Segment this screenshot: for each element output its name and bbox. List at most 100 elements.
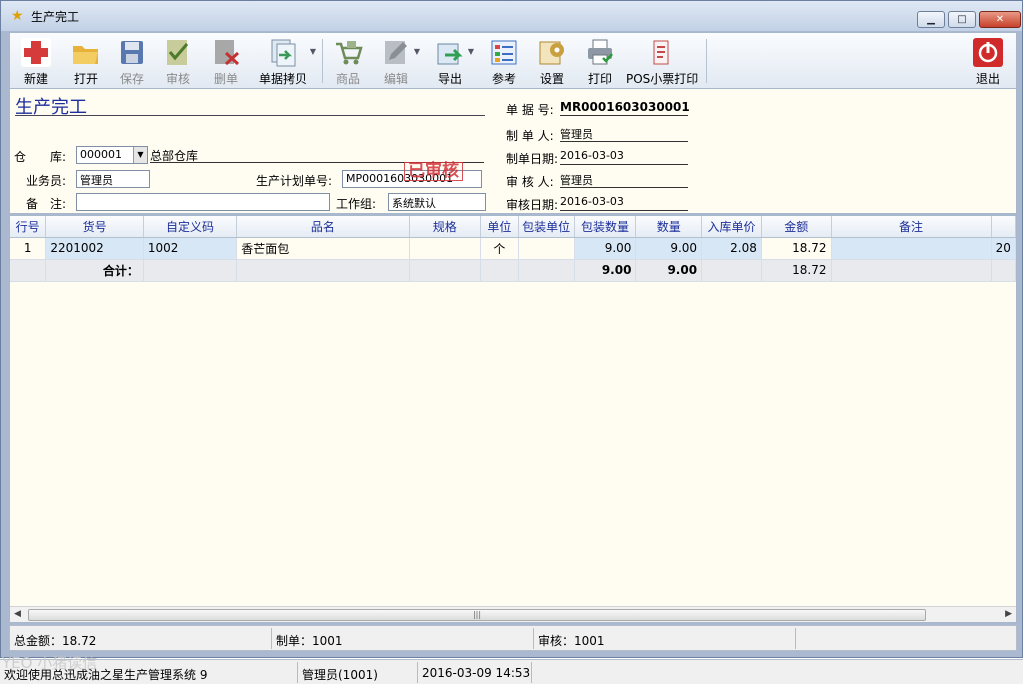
column-header[interactable]: 入库单价 [701,216,762,238]
export-dropdown-arrow-icon[interactable]: ▼ [468,47,474,56]
save-button[interactable]: 保存 [112,33,152,88]
cell-pack-unit[interactable] [518,237,575,260]
cell-amount[interactable]: 18.72 [761,237,832,260]
copy-dropdown-arrow-icon[interactable]: ▼ [310,47,316,56]
cell-pack-qty[interactable]: 9.00 [574,237,637,260]
column-header[interactable]: 包装数量 [574,216,637,238]
column-header[interactable]: 自定义码 [143,216,238,238]
workgroup-field[interactable]: 系统默认 [388,193,486,211]
copy-doc-button[interactable]: 单据拷贝 ▼ [254,33,316,88]
reference-list-icon [489,38,519,67]
column-header[interactable] [991,216,1017,238]
minimize-button[interactable]: ▁ [917,11,945,28]
cell-qty[interactable]: 9.00 [635,237,703,260]
status-datetime: 2016-03-09 14:53 [418,662,532,683]
salesman-field[interactable]: 管理员 [76,170,150,188]
cell-price[interactable]: 2.08 [701,237,762,260]
export-button[interactable]: 导出 ▼ [430,33,474,88]
detail-grid: 行号 货号 自定义码 品名 规格 单位 包装单位 包装数量 数量 入库单价 金额… [9,215,1017,623]
pos-receipt-icon [646,38,676,67]
column-header[interactable]: 品名 [236,216,410,238]
scroll-left-icon[interactable]: ◀ [14,609,21,619]
total-label: 合计： [45,259,144,282]
column-header[interactable]: 备注 [831,216,992,238]
grid-header-row: 行号 货号 自定义码 品名 规格 单位 包装单位 包装数量 数量 入库单价 金额… [10,216,1017,238]
column-header[interactable]: 单位 [480,216,519,238]
workgroup-label: 工作组: [336,197,377,211]
warehouse-select[interactable]: 000001 ▼ [76,146,148,164]
summary-footer: 总金额：18.72 制单：1001 审核：1001 [9,625,1017,651]
title-bar[interactable]: ★ 生产完工 ▁ □ ✕ [1,1,1022,31]
cell-remark[interactable] [831,237,992,260]
column-header[interactable]: 规格 [409,216,481,238]
scroll-right-icon[interactable]: ▶ [1005,609,1012,619]
salesman-label: 业务员: [26,174,67,188]
cell-custom-code[interactable]: 1002 [143,237,238,260]
open-folder-icon [71,38,101,67]
cell-name[interactable]: 香芒面包 [236,237,410,260]
print-button[interactable]: 打印 [580,33,620,88]
settings-gear-icon [537,38,567,67]
audit-button[interactable]: 审核 [158,33,198,88]
edit-button[interactable]: 编辑 ▼ [376,33,420,88]
watermark: YEO 小猪读信 [2,654,98,672]
audit-check-icon [163,38,193,67]
column-header[interactable]: 金额 [761,216,832,238]
column-header[interactable]: 行号 [10,216,47,238]
detail-table: 行号 货号 自定义码 品名 规格 单位 包装单位 包装数量 数量 入库单价 金额… [10,216,1017,282]
printer-icon [585,38,615,67]
save-disk-icon [117,38,147,67]
status-bar: 欢迎使用总迅成油之星生产管理系统 9 管理员(1001) 2016-03-09 … [0,659,1023,684]
toolbar-separator [706,39,707,83]
app-window: ★ 生产完工 ▁ □ ✕ 新建 打开 保存 审核 删单 单据拷贝 ▼ 商品 编辑… [0,0,1023,658]
remark-field[interactable] [76,193,330,211]
maker-summary: 制单：1001 [272,628,534,649]
edit-doc-icon [381,38,411,67]
column-header[interactable]: 包装单位 [518,216,575,238]
audit-date-label: 审核日期: [506,198,559,212]
total-qty: 9.00 [635,259,703,282]
cell-line[interactable]: 1 [10,237,47,260]
goods-cart-icon [333,38,363,67]
column-header[interactable]: 货号 [45,216,144,238]
goods-button[interactable]: 商品 [328,33,368,88]
new-plus-icon [21,38,51,67]
status-user: 管理员(1001) [298,662,418,683]
remark-label: 备 注: [26,197,67,211]
toolbar: 新建 打开 保存 审核 删单 单据拷贝 ▼ 商品 编辑 ▼ 导出 ▼ 参考 设置… [9,32,1017,89]
horizontal-scrollbar[interactable]: ◀ ||| ▶ [10,606,1016,622]
cell-spec[interactable] [409,237,481,260]
exit-button[interactable]: 退出 [968,33,1008,88]
total-amount-summary: 总金额：18.72 [10,628,272,649]
reference-button[interactable]: 参考 [484,33,524,88]
window-title: 生产完工 [31,10,80,24]
power-exit-icon [973,38,1003,67]
app-star-icon: ★ [11,8,24,24]
scrollbar-thumb[interactable]: ||| [28,609,926,621]
auditor-label: 审 核 人: [506,175,554,189]
document-header: 生产完工 仓 库: 000001 ▼ 总部仓库 业务员: 管理员 生产计划单号:… [9,89,1017,214]
settings-button[interactable]: 设置 [532,33,572,88]
total-row: 合计： 9.00 9.00 18.72 [10,259,1017,282]
delete-doc-icon [211,38,241,67]
column-header[interactable]: 数量 [635,216,703,238]
doc-no-value: MR0001603030001 [560,100,690,116]
table-row[interactable]: 1 2201002 1002 香芒面包 个 9.00 9.00 2.08 18.… [10,237,1017,260]
export-icon [435,38,465,67]
copy-doc-icon [268,38,298,67]
plan-no-label: 生产计划单号: [256,174,333,188]
close-button[interactable]: ✕ [979,11,1021,28]
total-pack-qty: 9.00 [574,259,637,282]
pos-print-button[interactable]: POS小票打印 [626,33,698,88]
maximize-button[interactable]: □ [948,11,976,28]
chevron-down-icon[interactable]: ▼ [133,147,147,163]
edit-dropdown-arrow-icon[interactable]: ▼ [414,47,420,56]
new-button[interactable]: 新建 [16,33,56,88]
delete-doc-button[interactable]: 删单 [206,33,246,88]
audited-stamp: 已审核 [404,162,463,181]
cell-unit[interactable]: 个 [480,237,519,260]
doc-no-label: 单 据 号: [506,103,554,117]
cell-code[interactable]: 2201002 [45,237,144,260]
open-button[interactable]: 打开 [66,33,106,88]
cell-extra[interactable]: 20 [991,237,1017,260]
